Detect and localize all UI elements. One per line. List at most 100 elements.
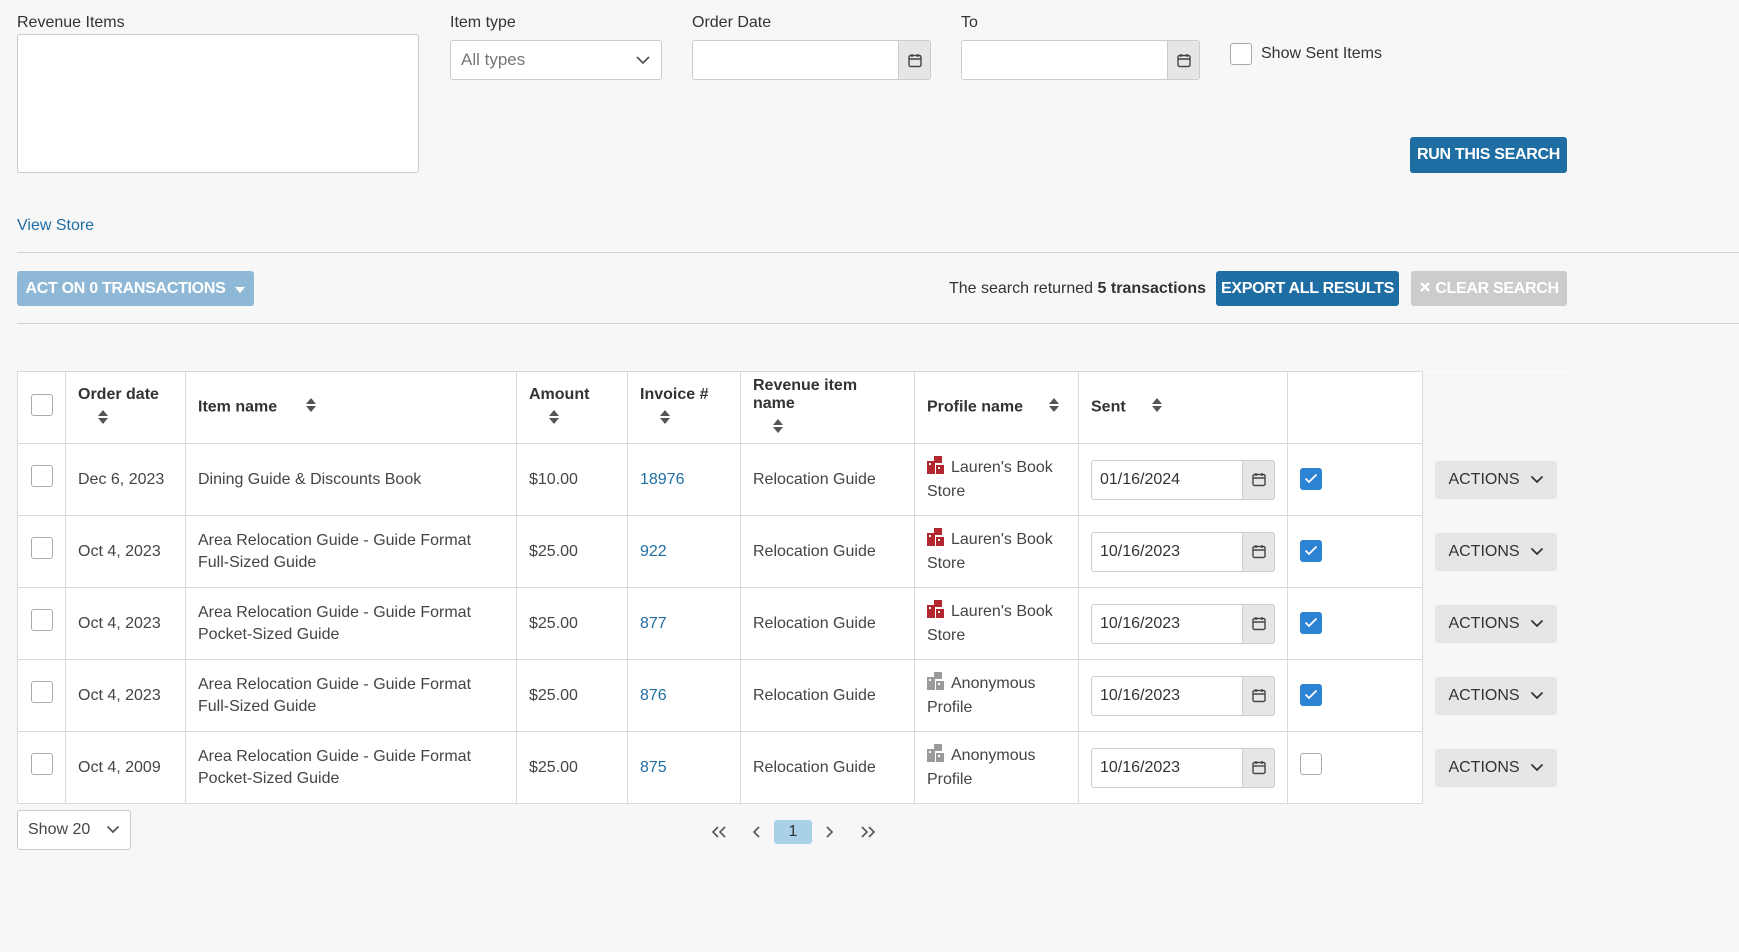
actions-button[interactable]: ACTIONS <box>1435 676 1557 715</box>
item-type-label: Item type <box>450 14 516 31</box>
actions-cell: ACTIONS <box>1422 515 1569 588</box>
next-page-icon[interactable] <box>822 820 838 844</box>
actions-label: ACTIONS <box>1448 758 1520 776</box>
to-date-field[interactable] <box>962 41 1167 79</box>
actions-button[interactable]: ACTIONS <box>1435 604 1557 643</box>
invoice-link[interactable]: 877 <box>640 615 667 632</box>
sort-icon[interactable] <box>549 410 615 429</box>
view-store-link[interactable]: View Store <box>17 217 94 235</box>
revenue-item-cell: Relocation Guide <box>740 587 915 660</box>
table-row: Oct 4, 2023 Area Relocation Guide - Guide… <box>17 587 1569 660</box>
calendar-icon[interactable] <box>1167 41 1199 79</box>
page-size-select[interactable]: Show 20 <box>17 810 131 850</box>
sort-icon[interactable] <box>1049 398 1060 417</box>
sort-icon[interactable] <box>773 419 902 438</box>
invoice-link[interactable]: 18976 <box>640 471 685 488</box>
show-sent-checkbox[interactable] <box>1230 43 1252 65</box>
column-header-sent[interactable]: Sent <box>1078 371 1288 444</box>
sent-date-input[interactable]: 10/16/2023 <box>1091 747 1275 788</box>
actions-label: ACTIONS <box>1448 614 1520 632</box>
first-page-icon[interactable] <box>709 820 729 844</box>
sent-date-input[interactable]: 10/16/2023 <box>1091 675 1275 716</box>
act-on-transactions-button[interactable]: ACT ON 0 TRANSACTIONS <box>17 271 254 306</box>
calendar-icon[interactable] <box>1242 604 1274 643</box>
calendar-icon[interactable] <box>1242 676 1274 715</box>
sent-checkbox[interactable] <box>1300 539 1322 562</box>
column-header-invoice[interactable]: Invoice # <box>627 371 741 444</box>
sent-date-field[interactable]: 10/16/2023 <box>1092 532 1242 571</box>
order-date-label: Order Date <box>692 14 772 31</box>
order-date-field[interactable] <box>693 41 898 79</box>
sent-checkbox[interactable] <box>1300 683 1322 706</box>
sent-date-input[interactable]: 10/16/2023 <box>1091 531 1275 572</box>
sent-checkbox[interactable] <box>1300 467 1322 490</box>
actions-button[interactable]: ACTIONS <box>1435 748 1557 787</box>
calendar-icon[interactable] <box>1242 748 1274 787</box>
invoice-cell: 876 <box>627 659 741 732</box>
previous-page-icon[interactable] <box>748 820 764 844</box>
sort-icon[interactable] <box>305 398 316 417</box>
actions-button[interactable]: ACTIONS <box>1435 532 1557 571</box>
order-date-cell: Dec 6, 2023 <box>65 443 186 516</box>
column-header-revenue-item-name[interactable]: Revenue item name <box>740 371 915 444</box>
sort-icon[interactable] <box>660 410 728 429</box>
column-header-item-name[interactable]: Item name <box>185 371 517 444</box>
amount-cell: $25.00 <box>516 587 628 660</box>
calendar-icon[interactable] <box>1242 460 1274 499</box>
profile-name[interactable]: Lauren's Book Store <box>927 459 1053 500</box>
sort-icon[interactable] <box>98 410 173 429</box>
row-select-checkbox[interactable] <box>30 609 53 631</box>
run-search-button[interactable]: RUN THIS SEARCH <box>1410 137 1567 173</box>
sent-status-cell <box>1287 659 1423 732</box>
row-select-checkbox[interactable] <box>30 537 53 559</box>
column-header-amount[interactable]: Amount <box>516 371 628 444</box>
row-select-cell <box>17 515 66 588</box>
sent-status-cell <box>1287 587 1423 660</box>
invoice-link[interactable]: 922 <box>640 543 667 560</box>
sent-date-field[interactable]: 01/16/2024 <box>1092 460 1242 499</box>
column-header-order-date[interactable]: Order date <box>65 371 186 444</box>
column-header-actions <box>1422 371 1569 444</box>
sent-date-field[interactable]: 10/16/2023 <box>1092 676 1242 715</box>
revenue-item-cell: Relocation Guide <box>740 443 915 516</box>
invoice-link[interactable]: 876 <box>640 687 667 704</box>
actions-cell: ACTIONS <box>1422 443 1569 516</box>
chevron-down-icon <box>1530 469 1544 491</box>
revenue-item-cell: Relocation Guide <box>740 659 915 732</box>
profile-name[interactable]: Lauren's Book Store <box>927 531 1053 572</box>
item-type-select[interactable]: All types <box>450 40 662 80</box>
select-all-checkbox[interactable] <box>30 394 53 416</box>
actions-button[interactable]: ACTIONS <box>1435 460 1557 499</box>
page-number-current[interactable]: 1 <box>774 820 812 844</box>
invoice-cell: 877 <box>627 587 741 660</box>
revenue-items-input[interactable] <box>17 34 419 173</box>
export-all-results-button[interactable]: EXPORT ALL RESULTS <box>1216 271 1399 306</box>
order-date-input[interactable] <box>692 40 931 80</box>
actions-cell: ACTIONS <box>1422 587 1569 660</box>
sent-checkbox[interactable] <box>1300 753 1322 775</box>
row-select-checkbox[interactable] <box>30 753 53 775</box>
profile-cell: Anonymous Profile <box>914 731 1079 804</box>
search-result-summary: The search returned 5 transactions <box>949 280 1206 298</box>
sent-date-cell: 10/16/2023 <box>1078 659 1288 732</box>
sent-checkbox[interactable] <box>1300 611 1322 634</box>
row-select-checkbox[interactable] <box>30 681 53 703</box>
sort-icon[interactable] <box>1152 398 1163 417</box>
calendar-icon[interactable] <box>898 41 930 79</box>
sent-date-cell: 10/16/2023 <box>1078 587 1288 660</box>
sent-date-field[interactable]: 10/16/2023 <box>1092 604 1242 643</box>
invoice-link[interactable]: 875 <box>640 759 667 776</box>
sent-date-input[interactable]: 10/16/2023 <box>1091 603 1275 644</box>
to-date-input[interactable] <box>961 40 1200 80</box>
table-row: Dec 6, 2023 Dining Guide & Discounts Book… <box>17 443 1569 516</box>
calendar-icon[interactable] <box>1242 532 1274 571</box>
amount-header-label: Amount <box>529 386 590 403</box>
profile-name[interactable]: Lauren's Book Store <box>927 603 1053 644</box>
last-page-icon[interactable] <box>858 820 878 844</box>
invoice-cell: 922 <box>627 515 741 588</box>
sent-date-field[interactable]: 10/16/2023 <box>1092 748 1242 787</box>
clear-search-button[interactable]: CLEAR SEARCH <box>1411 271 1567 306</box>
row-select-checkbox[interactable] <box>30 465 53 487</box>
column-header-profile-name[interactable]: Profile name <box>914 371 1079 444</box>
sent-date-input[interactable]: 01/16/2024 <box>1091 459 1275 500</box>
